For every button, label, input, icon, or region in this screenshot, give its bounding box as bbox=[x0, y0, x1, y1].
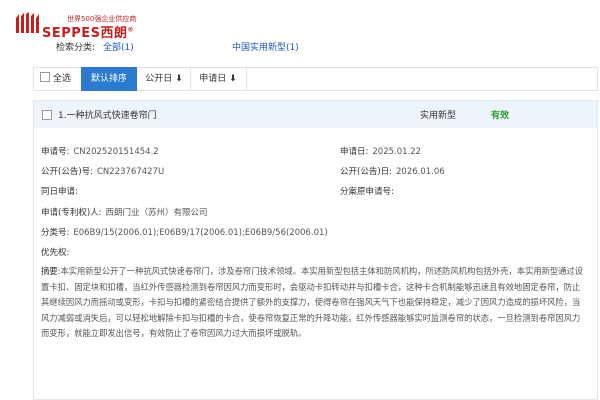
result-checkbox[interactable] bbox=[42, 110, 52, 120]
app-no-field: 申请号: CN202520151454.2 bbox=[41, 147, 159, 157]
category-filter-row: 检索分类: 全部(1) 中国实用新型(1) bbox=[0, 40, 600, 54]
class-field: 分类号: E06B9/15(2006.01);E06B9/17(2006.01);… bbox=[41, 228, 328, 238]
div-app-field: 分案原申请号: bbox=[340, 187, 394, 197]
status-badge: 有效 bbox=[491, 111, 510, 121]
category-label: 检索分类: bbox=[56, 43, 96, 53]
pub-date-value: 2026.01.06 bbox=[396, 167, 445, 177]
checkbox-icon bbox=[40, 72, 50, 82]
seppes-logo-icon bbox=[16, 12, 39, 33]
sort-pub-date-button[interactable]: 公开日 ⬇ bbox=[138, 68, 191, 90]
sort-toolbar: 全选 默认排序 公开日 ⬇ 申请日 ⬇ bbox=[33, 67, 598, 91]
sort-app-date-button[interactable]: 申请日 ⬇ bbox=[190, 68, 247, 90]
pub-no-field: 公开(公告)号: CN223767427U bbox=[41, 167, 165, 177]
app-date-value: 2025.01.22 bbox=[372, 147, 422, 157]
result-title-link[interactable]: 1.一种抗风式快速卷帘门 bbox=[58, 108, 157, 121]
app-date-field: 申请日: 2025.01.22 bbox=[340, 147, 422, 157]
category-utility-model-link[interactable]: 中国实用新型(1) bbox=[232, 40, 299, 53]
brand-logo[interactable]: 世界500强企业供应商 SEPPES西朗® bbox=[14, 10, 144, 41]
applicant-value: 西朗门业（苏州）有限公司 bbox=[105, 208, 208, 218]
category-all-link[interactable]: 全部(1) bbox=[103, 40, 134, 53]
pub-no-value: CN223767427U bbox=[97, 167, 165, 177]
applicant-field: 申请(专利权)人: 西朗门业（苏州）有限公司 bbox=[41, 208, 208, 218]
result-header: 1.一种抗风式快速卷帘门 实用新型 有效 bbox=[34, 101, 597, 128]
class-value: E06B9/15(2006.01);E06B9/17(2006.01);E06B… bbox=[73, 228, 328, 238]
priority-field: 优先权: bbox=[41, 248, 70, 258]
app-no-value: CN202520151454.2 bbox=[73, 147, 159, 157]
patent-result-card: 1.一种抗风式快速卷帘门 实用新型 有效 申请号: CN202520151454.… bbox=[33, 100, 598, 400]
patent-type: 实用新型 bbox=[420, 111, 457, 121]
logo-brand-text: SEPPES西朗® bbox=[42, 26, 135, 41]
abstract-text: 摘要:本实用新型公开了一种抗风式快速卷帘门，涉及卷帘门技术领域。本实用新型包括主… bbox=[41, 266, 584, 338]
same-day-field: 同日申请: bbox=[41, 187, 78, 197]
default-sort-button[interactable]: 默认排序 bbox=[81, 67, 137, 91]
pub-date-field: 公开(公告)日: 2026.01.06 bbox=[340, 167, 445, 177]
select-all-checkbox[interactable]: 全选 bbox=[40, 68, 80, 90]
